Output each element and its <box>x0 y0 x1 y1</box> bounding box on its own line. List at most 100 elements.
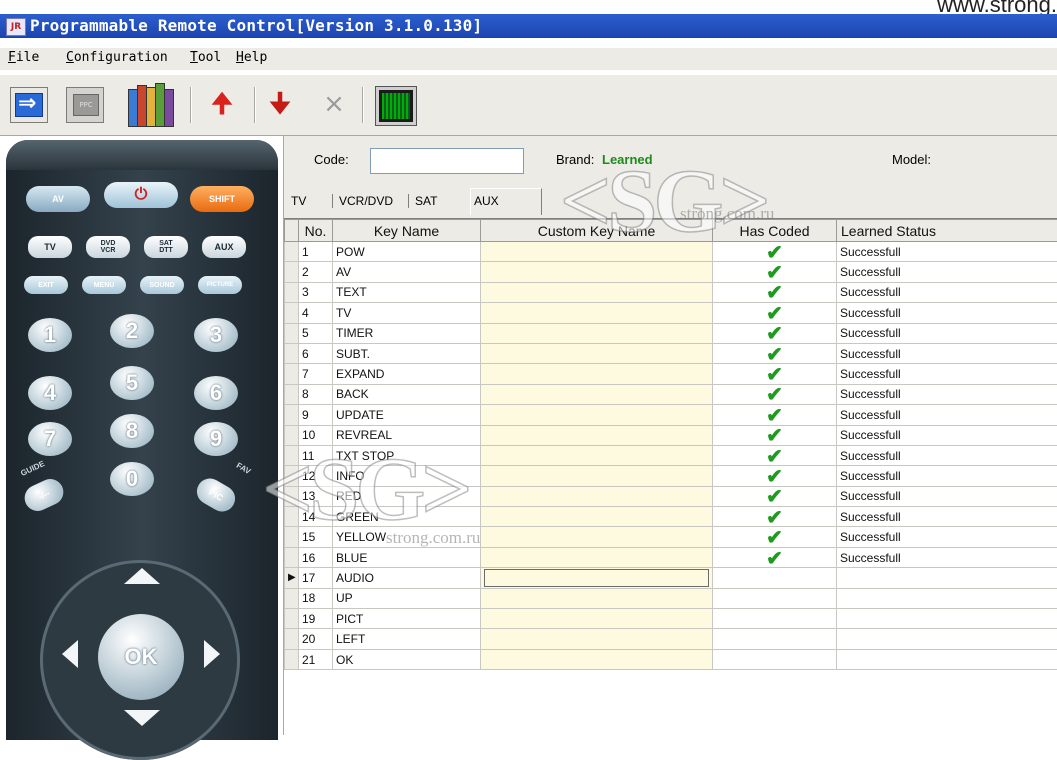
table-row[interactable]: 1POW✔Successfull <box>285 242 1057 262</box>
menu-file[interactable]: File <box>8 50 39 65</box>
remote-power-icon[interactable]: ⏻ <box>104 182 178 208</box>
custom-key-name-cell[interactable] <box>481 609 713 629</box>
right-arrow-icon[interactable] <box>204 640 220 668</box>
custom-key-name-cell[interactable] <box>481 629 713 649</box>
custom-key-name-cell[interactable] <box>481 547 713 567</box>
custom-key-name-cell[interactable] <box>481 262 713 282</box>
custom-key-name-cell[interactable] <box>481 384 713 404</box>
row-selector[interactable] <box>285 629 299 649</box>
table-row[interactable]: 19PICT <box>285 609 1057 629</box>
table-row[interactable]: 15YELLOW✔Successfull <box>285 527 1057 547</box>
custom-key-name-cell[interactable] <box>481 649 713 669</box>
table-row[interactable]: ▶17AUDIO <box>285 568 1057 588</box>
custom-key-name-cell[interactable] <box>481 323 713 343</box>
tab-tv[interactable]: TV <box>288 194 309 208</box>
col-has-coded[interactable]: Has Coded <box>713 220 837 242</box>
custom-key-name-cell[interactable] <box>481 588 713 608</box>
remote-av-button[interactable]: AV <box>26 186 90 212</box>
remote-digit-4[interactable]: 4 <box>28 376 72 410</box>
custom-key-name-cell[interactable] <box>481 486 713 506</box>
row-selector[interactable] <box>285 323 299 343</box>
remote-aux-button[interactable]: AUX <box>202 236 246 258</box>
row-selector[interactable] <box>285 364 299 384</box>
table-row[interactable]: 3TEXT✔Successfull <box>285 282 1057 302</box>
col-no[interactable]: No. <box>299 220 333 242</box>
remote-shift-button[interactable]: SHIFT <box>190 186 254 212</box>
remote-tv-button[interactable]: TV <box>28 236 72 258</box>
code-input[interactable] <box>370 148 524 174</box>
remote-exit-button[interactable]: EXIT <box>24 276 68 294</box>
row-selector[interactable] <box>285 262 299 282</box>
remote-sound-button[interactable]: SOUND <box>140 276 184 294</box>
table-row[interactable]: 9UPDATE✔Successfull <box>285 405 1057 425</box>
remote-dvd-vcr-button[interactable]: DVD VCR <box>86 236 130 258</box>
down-arrow-icon[interactable] <box>124 710 160 726</box>
col-key-name[interactable]: Key Name <box>333 220 481 242</box>
remote-menu-button[interactable]: MENU <box>82 276 126 294</box>
row-selector[interactable]: ▶ <box>285 568 299 588</box>
remote-digit-3[interactable]: 3 <box>194 318 238 352</box>
custom-key-name-cell[interactable] <box>481 425 713 445</box>
row-selector[interactable] <box>285 384 299 404</box>
send-arrow-icon[interactable] <box>10 87 48 123</box>
custom-key-name-cell[interactable] <box>481 343 713 363</box>
custom-key-name-cell[interactable] <box>481 303 713 323</box>
table-row[interactable]: 8BACK✔Successfull <box>285 384 1057 404</box>
custom-key-name-cell[interactable] <box>481 507 713 527</box>
library-books-icon[interactable] <box>126 81 176 127</box>
custom-key-name-cell[interactable] <box>481 466 713 486</box>
table-row[interactable]: 10REVREAL✔Successfull <box>285 425 1057 445</box>
waveform-scope-icon[interactable] <box>376 87 416 125</box>
row-selector[interactable] <box>285 405 299 425</box>
custom-key-name-cell[interactable] <box>481 364 713 384</box>
custom-key-name-cell[interactable] <box>481 568 713 588</box>
table-row[interactable]: 7EXPAND✔Successfull <box>285 364 1057 384</box>
custom-key-name-cell[interactable] <box>481 282 713 302</box>
table-row[interactable]: 11TXT STOP✔Successfull <box>285 445 1057 465</box>
table-row[interactable]: 21OK <box>285 649 1057 669</box>
remote-sat-dtt-button[interactable]: SAT DTT <box>144 236 188 258</box>
row-selector[interactable] <box>285 507 299 527</box>
remote-digit-6[interactable]: 6 <box>194 376 238 410</box>
custom-key-name-editor[interactable] <box>484 569 709 587</box>
remote-digit-7[interactable]: 7 <box>28 422 72 456</box>
delete-x-icon[interactable]: × <box>316 87 352 121</box>
remote-digit-2[interactable]: 2 <box>110 314 154 348</box>
table-row[interactable]: 5TIMER✔Successfull <box>285 323 1057 343</box>
menu-tool[interactable]: Tool <box>190 50 221 65</box>
remote-picture-button[interactable]: PICTURE <box>198 276 242 294</box>
custom-key-name-cell[interactable] <box>481 445 713 465</box>
col-custom-key-name[interactable]: Custom Key Name <box>481 220 713 242</box>
row-selector[interactable] <box>285 609 299 629</box>
row-selector[interactable] <box>285 547 299 567</box>
tab-aux[interactable]: AUX <box>470 188 542 215</box>
col-learned-status[interactable]: Learned Status <box>837 220 1057 242</box>
remote-digit-9[interactable]: 9 <box>194 422 238 456</box>
table-row[interactable]: 6SUBT.✔Successfull <box>285 343 1057 363</box>
move-up-arrow-icon[interactable]: 🠉 <box>204 87 240 121</box>
remote-digit-1[interactable]: 1 <box>28 318 72 352</box>
move-down-arrow-icon[interactable]: 🠋 <box>262 87 298 121</box>
row-selector[interactable] <box>285 343 299 363</box>
ppc-device-icon[interactable]: PPC <box>66 87 104 123</box>
row-selector[interactable] <box>285 486 299 506</box>
row-selector[interactable] <box>285 649 299 669</box>
table-row[interactable]: 4TV✔Successfull <box>285 303 1057 323</box>
table-row[interactable]: 13RED✔Successfull <box>285 486 1057 506</box>
table-row[interactable]: 18UP <box>285 588 1057 608</box>
custom-key-name-cell[interactable] <box>481 405 713 425</box>
remote-ok-button[interactable]: OK <box>98 614 184 700</box>
table-row[interactable]: 14GREEN✔Successfull <box>285 507 1057 527</box>
row-selector[interactable] <box>285 588 299 608</box>
remote-digit-8[interactable]: 8 <box>110 414 154 448</box>
menu-configuration[interactable]: Configuration <box>66 50 168 65</box>
table-row[interactable]: 2AV✔Successfull <box>285 262 1057 282</box>
table-row[interactable]: 12INFO✔Successfull <box>285 466 1057 486</box>
left-arrow-icon[interactable] <box>62 640 78 668</box>
table-row[interactable]: 16BLUE✔Successfull <box>285 547 1057 567</box>
up-arrow-icon[interactable] <box>124 568 160 584</box>
table-row[interactable]: 20LEFT <box>285 629 1057 649</box>
row-selector[interactable] <box>285 425 299 445</box>
row-selector[interactable] <box>285 242 299 262</box>
tab-vcr-dvd[interactable]: VCR/DVD <box>332 194 396 208</box>
